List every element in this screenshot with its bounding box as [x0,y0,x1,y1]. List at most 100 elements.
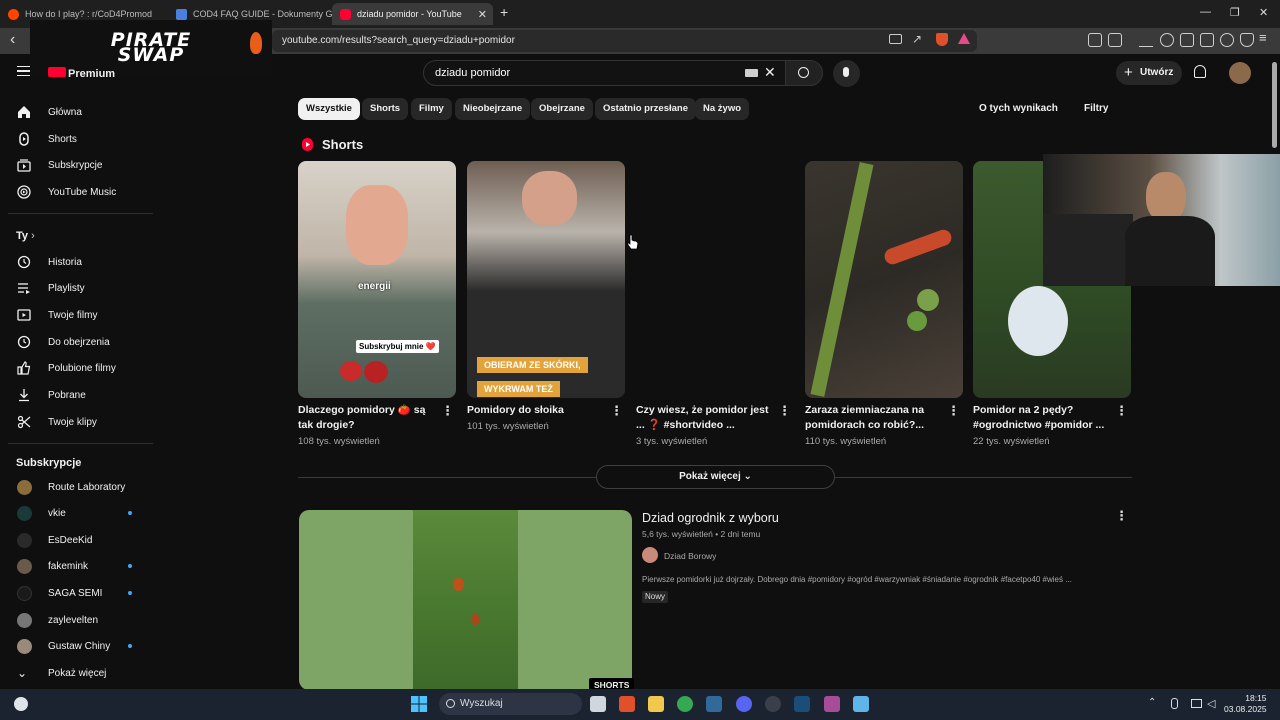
extensions-icon[interactable] [1088,33,1102,47]
close-window-button[interactable]: ✕ [1259,6,1268,19]
sidebar-toggle-icon[interactable] [1108,33,1122,47]
brave-shield-icon[interactable] [936,33,948,46]
clear-search-icon[interactable]: ✕ [764,64,776,81]
show-more-shorts-button[interactable]: Pokaż więcej ⌄ [596,465,835,489]
short-title[interactable]: Czy wiesz, że pomidor jest ... ❓ #shortv… [636,403,776,433]
widgets-icon[interactable] [14,697,28,711]
sidebar-you-heading[interactable]: Ty › [16,230,35,242]
chip-live[interactable]: Na żywo [695,98,750,120]
maximize-button[interactable]: ❐ [1230,6,1240,19]
tray-chevron-icon[interactable]: ⌃ [1148,697,1156,708]
app-icon[interactable] [706,696,722,712]
sidebar-sub-zaylevelten[interactable]: zaylevelten [0,607,155,633]
more-options-icon[interactable]: ⋮ [610,404,623,417]
more-options-icon[interactable]: ⋮ [1115,509,1128,522]
search-button[interactable] [785,60,823,86]
minimize-button[interactable]: — [1200,6,1211,18]
short-title[interactable]: Dlaczego pomidory 🍅 są tak drogie? [298,403,438,433]
sidebar-sub-esdeekid[interactable]: EsDeeKid [0,527,155,553]
menu-icon[interactable]: ≡ [1259,30,1267,45]
more-options-icon[interactable]: ⋮ [947,404,960,417]
chip-recently-uploaded[interactable]: Ostatnio przesłane [595,98,696,120]
browser-tab-active[interactable]: dziadu pomidor - YouTube ✕ [332,3,493,25]
short-title[interactable]: Pomidory do słoika [467,403,607,418]
chip-all[interactable]: Wszystkie [298,98,360,120]
streamer-shirt [1125,216,1215,286]
chip-shorts[interactable]: Shorts [362,98,409,120]
notifications-icon[interactable] [1194,65,1206,78]
steam-icon[interactable] [794,696,810,712]
about-results-link[interactable]: O tych wynikach [979,103,1058,114]
sidebar-sub-vkie[interactable]: vkie [0,500,155,526]
sidebar-item-home[interactable]: Główna [0,99,155,125]
sidebar-sub-gustaw-chiny[interactable]: Gustaw Chiny [0,633,155,659]
chip-videos[interactable]: Filmy [411,98,452,120]
hamburger-menu-icon[interactable] [17,66,30,76]
sidebar-item-clips[interactable]: Twoje klipy [0,409,155,435]
taskbar-clock[interactable]: 18:15 03.08.2025 [1224,693,1267,715]
sidebar-item-shorts[interactable]: Shorts [0,126,155,152]
media-icon[interactable] [1160,33,1174,47]
new-tab-button[interactable]: + [500,4,508,20]
channel-avatar[interactable] [642,547,658,563]
volume-tray-icon[interactable]: ◁ [1207,697,1215,710]
search-input[interactable]: dziadu pomidor [423,60,786,86]
create-button[interactable]: + Utwórz [1116,61,1182,85]
short-title[interactable]: Pomidor na 2 pędy? #ogrodnictwo #pomidor… [973,403,1113,433]
sidebar-item-your-videos[interactable]: Twoje filmy [0,302,155,328]
sidebar-show-more[interactable]: ⌄ Pokaż więcej [0,660,155,686]
obs-icon[interactable] [765,696,781,712]
video-thumbnail[interactable] [299,510,632,690]
sidebar-sub-route-laboratory[interactable]: Route Laboratory [0,474,155,500]
reading-list-icon[interactable] [1180,33,1194,47]
scrollbar-thumb[interactable] [1272,62,1277,148]
leo-ai-icon[interactable] [1220,33,1234,47]
share-icon[interactable]: ↗ [912,32,922,46]
windows-start-icon[interactable] [411,696,427,712]
task-view-icon[interactable] [590,696,606,712]
cast-icon[interactable] [889,34,902,44]
video-title[interactable]: Dziad ogrodnik z wyboru [642,511,779,525]
short-thumbnail[interactable]: OBIERAM ZE SKÓRKI, WYKRWAM TEŻ [467,161,625,398]
channel-name[interactable]: Dziad Borowy [664,551,716,561]
sidebar-item-watch-later[interactable]: Do obejrzenia [0,329,155,355]
sidebar-sub-saga-semi[interactable]: SAGA SEMI [0,580,155,606]
wallet-icon[interactable] [1200,33,1214,47]
close-tab-icon[interactable]: ✕ [478,8,487,21]
sidebar-item-playlists[interactable]: Playlisty [0,275,155,301]
more-options-icon[interactable]: ⋮ [441,404,454,417]
filters-button[interactable]: Filtry [1084,103,1108,114]
short-title[interactable]: Zaraza ziemniaczana na pomidorach co rob… [805,403,945,433]
notepad-icon[interactable] [853,696,869,712]
sidebar-item-history[interactable]: Historia [0,249,155,275]
sidebar-item-downloads[interactable]: Pobrane [0,382,155,408]
sidebar-item-liked[interactable]: Polubione filmy [0,355,155,381]
brave-icon[interactable] [619,696,635,712]
brave-rewards-icon[interactable] [958,33,970,44]
short-thumbnail[interactable] [805,161,963,398]
chip-unwatched[interactable]: Nieobejrzane [455,98,531,120]
download-icon[interactable] [1139,33,1153,47]
sidebar-item-youtube-music[interactable]: YouTube Music [0,179,155,205]
vpn-icon[interactable] [1240,33,1254,47]
chip-watched[interactable]: Obejrzane [531,98,593,120]
keyboard-icon[interactable] [745,69,758,77]
taskbar-search[interactable]: Wyszukaj [439,693,582,715]
avatar[interactable] [1229,62,1251,84]
sidebar-sub-fakemink[interactable]: fakemink [0,553,155,579]
winrar-icon[interactable] [824,696,840,712]
back-icon[interactable]: ‹ [10,31,15,49]
short-thumbnail[interactable] [636,161,794,398]
discord-icon[interactable] [736,696,752,712]
short-thumbnail[interactable]: energii Subskrybuj mnie ❤️ [298,161,456,398]
chrome-icon[interactable] [677,696,693,712]
more-options-icon[interactable]: ⋮ [1115,404,1128,417]
sidebar-item-subscriptions[interactable]: Subskrypcje [0,152,155,178]
url-field[interactable]: youtube.com/results?search_query=dziadu+… [272,30,977,52]
network-tray-icon[interactable] [1191,699,1202,708]
more-options-icon[interactable]: ⋮ [778,404,791,417]
file-explorer-icon[interactable] [648,696,664,712]
youtube-logo-icon[interactable] [48,67,66,77]
voice-search-button[interactable] [833,60,860,87]
microphone-tray-icon[interactable] [1171,698,1178,709]
